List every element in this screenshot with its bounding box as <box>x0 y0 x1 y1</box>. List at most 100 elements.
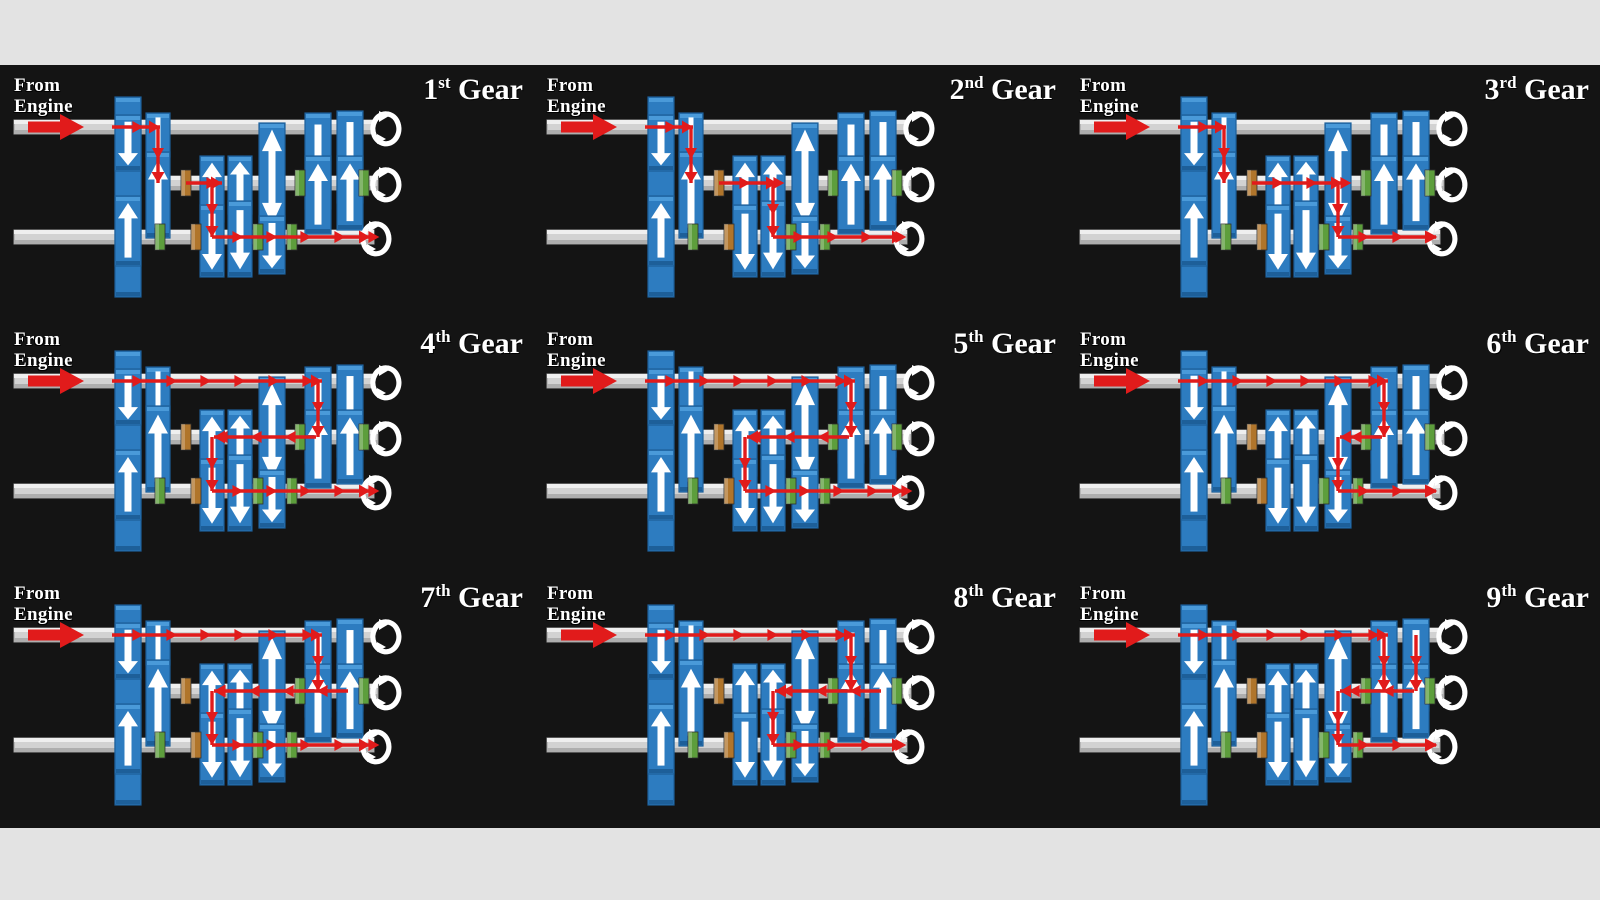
collar-output-b[interactable] <box>190 223 202 251</box>
collar-output-c[interactable] <box>1318 477 1330 505</box>
input-arrow-icon <box>561 622 617 648</box>
collar-output-a[interactable] <box>1220 477 1232 505</box>
gear-5-tall[interactable] <box>258 630 286 740</box>
collar-output-a[interactable] <box>687 477 699 505</box>
transmission-schematic-2 <box>546 96 935 298</box>
rotation-arrow-input <box>903 111 935 147</box>
gear-5-tall[interactable] <box>258 122 286 232</box>
drive-gear-lower[interactable] <box>647 703 675 775</box>
gear-6-mid[interactable] <box>1370 155 1398 235</box>
gear-5-tall[interactable] <box>791 376 819 486</box>
drive-gear-lower[interactable] <box>1180 449 1208 521</box>
gear-2-top[interactable] <box>145 366 171 412</box>
collar-counter-far[interactable] <box>1424 423 1436 451</box>
gear-4-down[interactable] <box>760 454 786 532</box>
gear-3-down[interactable] <box>1265 204 1291 278</box>
gear-panel-5: From Engine 5th Gear <box>533 319 1066 573</box>
drive-gear-upper[interactable] <box>647 368 675 426</box>
drive-gear-upper[interactable] <box>1180 368 1208 426</box>
rotation-arrow-input <box>370 111 402 147</box>
collar-counter-left[interactable] <box>713 677 725 705</box>
gear-3-down[interactable] <box>732 712 758 786</box>
collar-output-b[interactable] <box>1256 223 1268 251</box>
gear-2-top[interactable] <box>678 620 704 666</box>
gear-2-top[interactable] <box>678 366 704 412</box>
collar-output-a[interactable] <box>1220 223 1232 251</box>
collar-output-b[interactable] <box>190 731 202 759</box>
white-up-arrow <box>155 371 161 407</box>
white-up-arrow <box>155 625 161 661</box>
drive-gear-upper[interactable] <box>647 622 675 680</box>
drive-gear-lower[interactable] <box>647 195 675 267</box>
gear-4-down[interactable] <box>227 708 253 786</box>
collar-output-b[interactable] <box>1256 731 1268 759</box>
drive-gear-lower[interactable] <box>1180 195 1208 267</box>
drive-gear-upper[interactable] <box>114 622 142 680</box>
transmission-schematic-1 <box>13 96 402 298</box>
gear-5-tall[interactable] <box>258 376 286 486</box>
collar-counter-left[interactable] <box>1246 423 1258 451</box>
input-arrow-icon <box>561 114 617 140</box>
collar-output-a[interactable] <box>154 477 166 505</box>
gear-2-top[interactable] <box>1211 366 1237 412</box>
gear-5-tall[interactable] <box>791 630 819 740</box>
gear-4-down[interactable] <box>1293 200 1319 278</box>
collar-counter-far[interactable] <box>891 169 903 197</box>
input-arrow-icon <box>561 368 617 394</box>
collar-counter-far[interactable] <box>358 677 370 705</box>
drive-gear-upper[interactable] <box>114 114 142 172</box>
drive-gear-upper[interactable] <box>647 114 675 172</box>
gear-4-down[interactable] <box>227 454 253 532</box>
collar-output-b[interactable] <box>190 477 202 505</box>
rotation-arrow-input <box>1436 619 1468 655</box>
collar-counter-right[interactable] <box>827 169 839 197</box>
collar-counter-left[interactable] <box>1246 677 1258 705</box>
collar-output-a[interactable] <box>154 223 166 251</box>
collar-counter-far[interactable] <box>358 423 370 451</box>
collar-output-c[interactable] <box>1318 731 1330 759</box>
gear-5-tall[interactable] <box>791 122 819 232</box>
drive-gear-upper[interactable] <box>1180 622 1208 680</box>
collar-counter-far[interactable] <box>358 169 370 197</box>
drive-gear-lower[interactable] <box>114 449 142 521</box>
collar-counter-left[interactable] <box>180 677 192 705</box>
collar-counter-left[interactable] <box>180 423 192 451</box>
collar-output-a[interactable] <box>1220 731 1232 759</box>
drive-gear-upper[interactable] <box>114 368 142 426</box>
collar-output-a[interactable] <box>687 731 699 759</box>
collar-counter-far[interactable] <box>1424 677 1436 705</box>
collar-counter-far[interactable] <box>891 423 903 451</box>
collar-output-b[interactable] <box>723 477 735 505</box>
gear-3-down[interactable] <box>1265 458 1291 532</box>
gear-6-mid[interactable] <box>304 155 332 235</box>
collar-output-b[interactable] <box>723 223 735 251</box>
gear-3-down[interactable] <box>732 204 758 278</box>
collar-output-a[interactable] <box>154 731 166 759</box>
white-up-arrow <box>688 625 694 661</box>
collar-counter-right[interactable] <box>1360 169 1372 197</box>
collar-output-c[interactable] <box>1318 223 1330 251</box>
drive-gear-lower[interactable] <box>114 195 142 267</box>
gear-2-top[interactable] <box>1211 620 1237 666</box>
collar-counter-left[interactable] <box>713 423 725 451</box>
drive-gear-lower[interactable] <box>1180 703 1208 775</box>
drive-gear-lower[interactable] <box>647 449 675 521</box>
gear-4-down[interactable] <box>1293 454 1319 532</box>
gear-panel-7: From Engine 7th Gear <box>0 573 533 827</box>
gear-panel-2: From Engine 2nd Gear <box>533 65 1066 319</box>
collar-counter-far[interactable] <box>1424 169 1436 197</box>
collar-output-a[interactable] <box>687 223 699 251</box>
drive-gear-upper[interactable] <box>1180 114 1208 172</box>
collar-counter-right[interactable] <box>294 169 306 197</box>
gear-4-down[interactable] <box>1293 708 1319 786</box>
gear-6-mid[interactable] <box>837 155 865 235</box>
gear-3-down[interactable] <box>1265 712 1291 786</box>
white-up-arrow <box>1221 625 1227 661</box>
collar-output-b[interactable] <box>1256 477 1268 505</box>
gear-4-down[interactable] <box>227 200 253 278</box>
collar-counter-far[interactable] <box>891 677 903 705</box>
gear-2-top[interactable] <box>145 620 171 666</box>
drive-gear-lower[interactable] <box>114 703 142 775</box>
collar-output-b[interactable] <box>723 731 735 759</box>
input-arrow-icon <box>1094 622 1150 648</box>
